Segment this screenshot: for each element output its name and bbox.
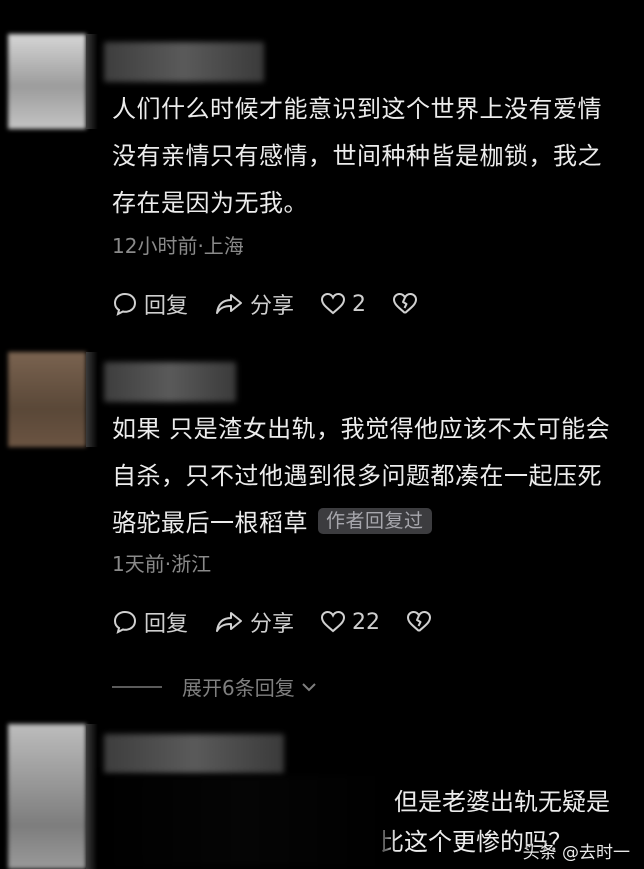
comment-actions: 回复 分享 22 (112, 606, 464, 638)
share-button[interactable]: 分享 (214, 288, 294, 320)
avatar[interactable] (8, 352, 86, 447)
share-icon (216, 294, 243, 314)
comment-meta: 1天前·浙江 (112, 552, 212, 576)
username-blurred[interactable] (104, 734, 284, 774)
like-count: 22 (352, 609, 381, 635)
author-replied-badge: 作者回复过 (318, 508, 432, 534)
avatar-edge (86, 724, 98, 869)
comment-icon (113, 292, 137, 316)
dislike-button[interactable] (406, 610, 438, 634)
reply-label: 回复 (144, 294, 189, 319)
share-label: 分享 (250, 612, 295, 637)
broken-heart-icon (407, 611, 432, 632)
avatar-edge (86, 352, 98, 447)
blur-overlay (100, 776, 390, 866)
avatar[interactable] (8, 34, 86, 129)
share-button[interactable]: 分享 (214, 606, 294, 638)
like-button[interactable]: 2 (320, 292, 366, 317)
chevron-down-icon (302, 682, 316, 691)
comment-icon (113, 610, 137, 634)
watermark: 头条 @去时一 (522, 843, 630, 863)
share-icon (216, 612, 243, 632)
heart-icon (321, 610, 346, 633)
reply-button[interactable]: 回复 (112, 606, 188, 638)
username-blurred[interactable] (104, 362, 236, 402)
expand-divider (112, 685, 162, 688)
comment-text: 如果 只是渣女出轨，我觉得他应该不太可能会自杀，只不过他遇到很多问题都凑在一起压… (112, 406, 622, 547)
expand-replies-button[interactable]: 展开6条回复 (112, 672, 317, 701)
share-label: 分享 (250, 294, 295, 319)
like-count: 2 (352, 291, 367, 317)
reply-label: 回复 (144, 612, 189, 637)
avatar-edge (86, 34, 98, 129)
comment-actions: 回复 分享 2 (112, 288, 450, 320)
username-blurred[interactable] (104, 42, 264, 82)
reply-button[interactable]: 回复 (112, 288, 188, 320)
comment-text: 人们什么时候才能意识到这个世界上没有爱情没有亲情只有感情，世间种种皆是枷锁，我之… (112, 95, 602, 217)
expand-label: 展开6条回复 (182, 676, 295, 700)
comment-meta: 12小时前·上海 (112, 234, 244, 258)
dislike-button[interactable] (392, 292, 424, 316)
avatar[interactable] (8, 724, 86, 869)
like-button[interactable]: 22 (320, 610, 380, 635)
broken-heart-icon (393, 293, 418, 314)
heart-icon (321, 292, 346, 315)
